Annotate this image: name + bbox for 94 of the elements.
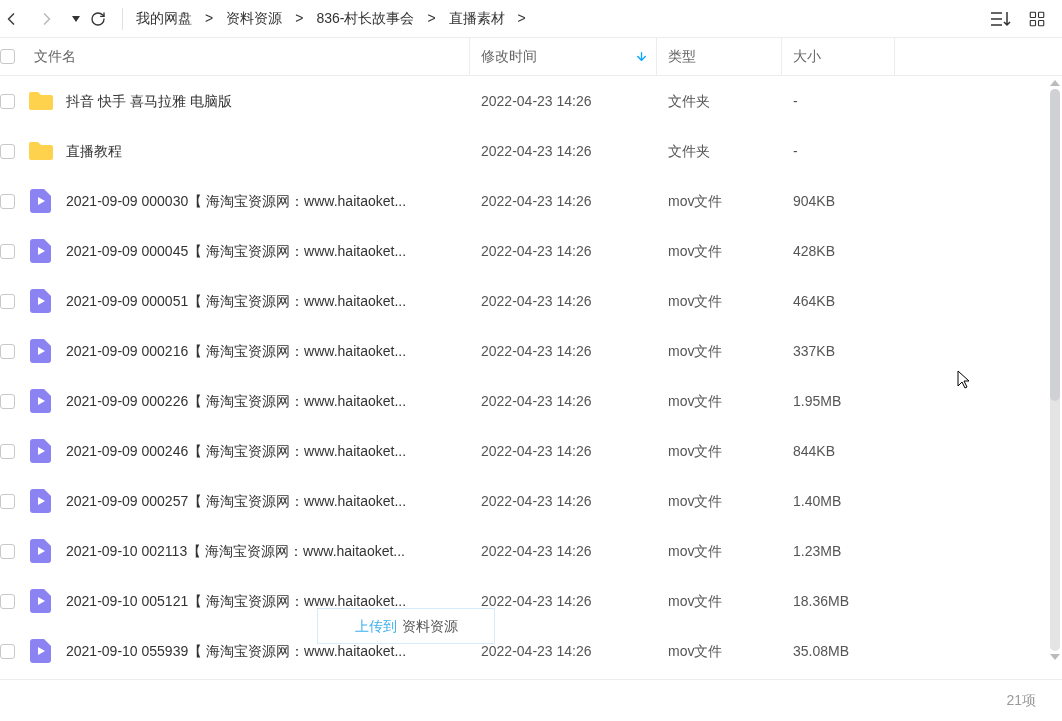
file-type: mov文件 [667, 541, 724, 561]
video-file-icon [29, 639, 52, 663]
modified-time: 2022-04-23 14:26 [480, 91, 593, 111]
checkbox[interactable] [0, 443, 15, 459]
checkbox[interactable] [0, 593, 15, 609]
folder-icon [27, 141, 54, 161]
modified-time: 2022-04-23 14:26 [480, 241, 593, 261]
dropdown-icon[interactable] [72, 15, 80, 22]
checkbox[interactable] [0, 93, 15, 109]
breadcrumb-separator: > [517, 9, 526, 28]
column-header[interactable]: 大小 [782, 38, 895, 75]
breadcrumb-item[interactable]: 我的网盘 [136, 8, 192, 29]
file-type: mov文件 [667, 391, 724, 411]
file-name[interactable]: 2021-09-09 000216【 海淘宝资源网：www.haitaoket... [66, 340, 407, 362]
modified-time: 2022-04-23 14:26 [480, 591, 593, 611]
sort-arrow-icon [635, 50, 648, 63]
modified-time: 2022-04-23 14:26 [480, 341, 593, 361]
checkbox[interactable] [0, 343, 15, 359]
breadcrumb-separator: > [205, 9, 214, 28]
file-name[interactable]: 2021-09-09 000257【 海淘宝资源网：www.haitaoket... [66, 490, 407, 512]
drag-tooltip: 上传到 资料资源 [317, 608, 495, 644]
file-name[interactable]: 2021-09-09 000246【 海淘宝资源网：www.haitaoket... [66, 440, 407, 462]
checkbox[interactable] [0, 293, 15, 309]
file-type: mov文件 [667, 591, 724, 611]
refresh-icon[interactable] [90, 10, 106, 27]
video-file-icon [29, 289, 52, 313]
file-size: 1.40MB [792, 491, 843, 511]
file-type: mov文件 [667, 441, 724, 461]
checkbox[interactable] [0, 393, 15, 409]
column-header[interactable]: 类型 [657, 38, 782, 75]
file-size: - [792, 141, 799, 161]
grid-view-icon[interactable] [1028, 9, 1046, 28]
modified-time: 2022-04-23 14:26 [480, 641, 593, 661]
file-name[interactable]: 直播教程 [66, 140, 122, 162]
scrollbar[interactable] [1050, 89, 1060, 651]
file-size: 464KB [792, 291, 837, 311]
breadcrumb-separator: > [427, 9, 436, 28]
column-header[interactable]: 修改时间 [470, 38, 657, 75]
file-type: mov文件 [667, 341, 724, 361]
file-name[interactable]: 2021-09-10 002113【 海淘宝资源网：www.haitaoket... [66, 540, 405, 562]
file-size: 904KB [792, 191, 837, 211]
breadcrumb-item[interactable]: 直播素材 [448, 8, 505, 29]
modified-time: 2022-04-23 14:26 [480, 291, 593, 311]
file-name[interactable]: 2021-09-09 000226【 海淘宝资源网：www.haitaoket... [66, 390, 407, 412]
column-header[interactable]: 文件名 [0, 38, 470, 75]
breadcrumb-item[interactable]: 资料资源 [226, 8, 283, 29]
file-size: 35.08MB [792, 641, 851, 661]
modified-time: 2022-04-23 14:26 [480, 391, 593, 411]
modified-time: 2022-04-23 14:26 [480, 541, 593, 561]
file-type: 文件夹 [667, 91, 711, 111]
modified-time: 2022-04-23 14:26 [480, 441, 593, 461]
checkbox[interactable] [0, 243, 15, 259]
video-file-icon [29, 339, 52, 363]
file-type: mov文件 [667, 191, 724, 211]
breadcrumb-item[interactable]: 836-村长故事会 [316, 8, 415, 29]
file-size: 1.23MB [792, 541, 843, 561]
video-file-icon [29, 489, 52, 513]
file-type: 文件夹 [667, 141, 711, 161]
modified-time: 2022-04-23 14:26 [480, 141, 593, 161]
sort-list-icon[interactable] [990, 10, 1012, 27]
checkbox[interactable] [0, 493, 15, 509]
modified-time: 2022-04-23 14:26 [480, 491, 593, 511]
video-file-icon [29, 589, 52, 613]
file-type: mov文件 [667, 291, 724, 311]
file-name[interactable]: 2021-09-09 000030【 海淘宝资源网：www.haitaoket... [66, 190, 407, 212]
video-file-icon [29, 189, 52, 213]
file-size: 428KB [792, 241, 837, 261]
file-size: 18.36MB [792, 591, 851, 611]
scroll-down-icon[interactable] [1050, 654, 1060, 660]
checkbox[interactable] [0, 543, 15, 559]
file-name[interactable]: 2021-09-09 000051【 海淘宝资源网：www.haitaoket... [66, 290, 407, 312]
file-type: mov文件 [667, 241, 724, 261]
file-type: mov文件 [667, 641, 724, 661]
checkbox[interactable] [0, 193, 15, 209]
item-count: 21项 [1006, 691, 1036, 710]
video-file-icon [29, 389, 52, 413]
checkbox[interactable] [0, 143, 15, 159]
video-file-icon [29, 539, 52, 563]
file-name[interactable]: 2021-09-09 000045【 海淘宝资源网：www.haitaoket... [66, 240, 407, 262]
file-size: - [792, 91, 799, 111]
file-name[interactable]: 抖音 快手 喜马拉雅 电脑版 [66, 90, 232, 112]
checkbox[interactable] [0, 49, 15, 64]
mouse-cursor-icon [957, 370, 970, 389]
scroll-up-icon[interactable] [1050, 80, 1060, 86]
file-size: 844KB [792, 441, 837, 461]
breadcrumb-separator: > [295, 9, 304, 28]
checkbox[interactable] [0, 643, 15, 659]
file-size: 1.95MB [792, 391, 843, 411]
file-size: 337KB [792, 341, 837, 361]
video-file-icon [29, 239, 52, 263]
file-type: mov文件 [667, 491, 724, 511]
modified-time: 2022-04-23 14:26 [480, 191, 593, 211]
video-file-icon [29, 439, 52, 463]
folder-icon [27, 91, 54, 111]
